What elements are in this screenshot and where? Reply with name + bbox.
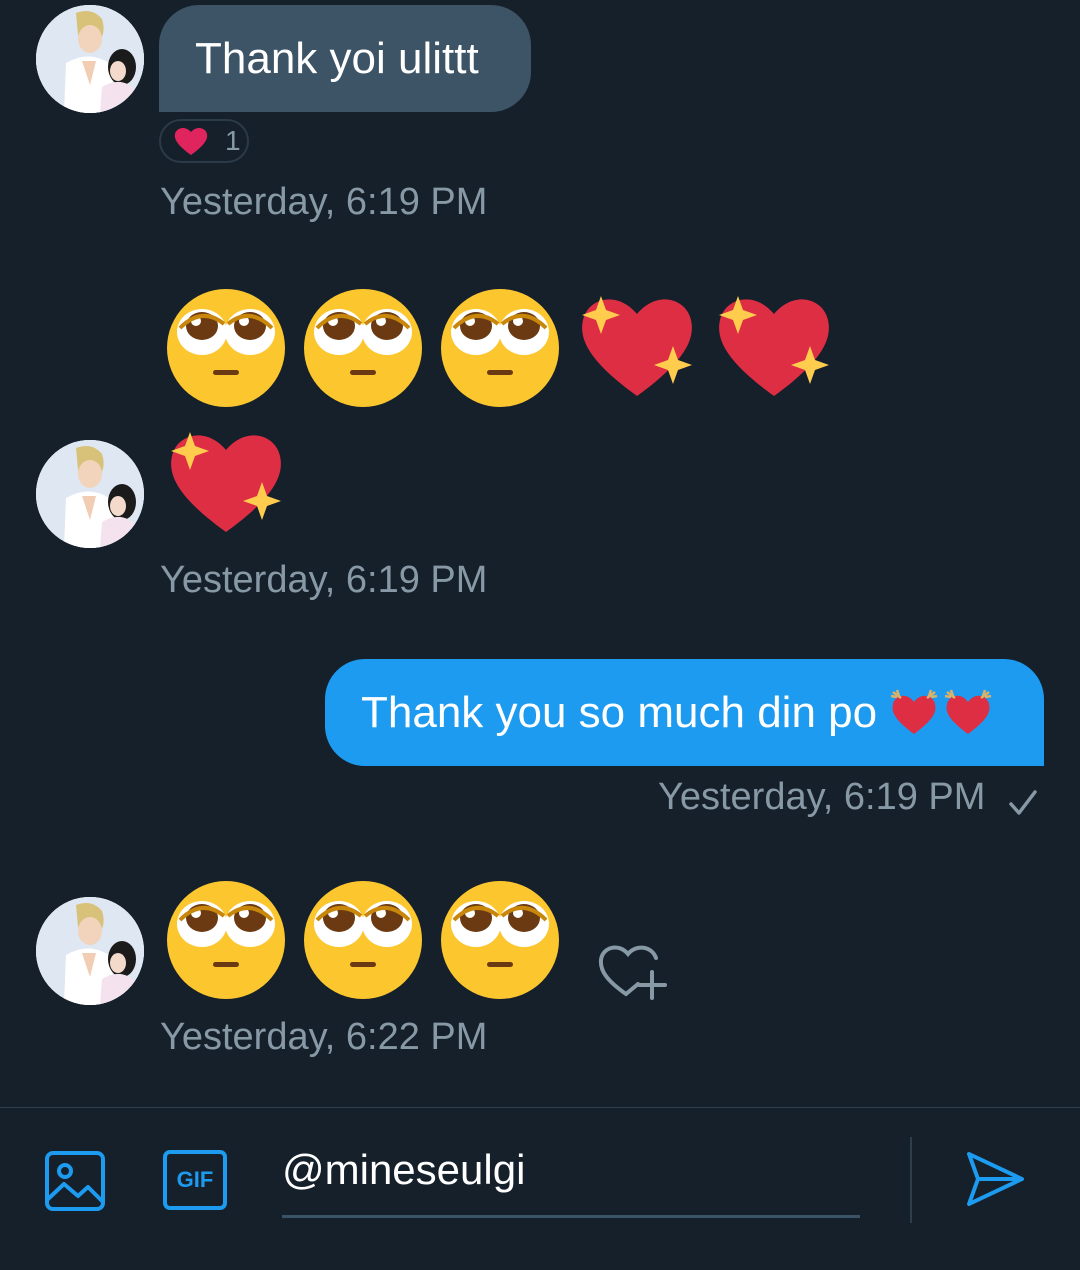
heart-icon bbox=[174, 127, 208, 155]
pleading-face-emoji bbox=[166, 288, 286, 408]
reaction-count: 1 bbox=[225, 125, 241, 156]
message-text: Thank you so much din po bbox=[361, 687, 878, 737]
sparkling-heart-emoji bbox=[166, 424, 286, 544]
sparkling-heart-emoji bbox=[577, 288, 697, 408]
gif-label: GIF bbox=[176, 1167, 214, 1192]
avatar[interactable] bbox=[36, 440, 144, 548]
message-input[interactable]: @mineseulgi bbox=[282, 1140, 860, 1218]
message-text: Thank yoi ulittt bbox=[195, 34, 479, 83]
pleading-face-emoji bbox=[303, 288, 423, 408]
emoji-message[interactable] bbox=[166, 288, 834, 408]
heart-with-arrows-emoji bbox=[943, 688, 993, 738]
sent-check-icon bbox=[1009, 790, 1037, 815]
reaction-badge[interactable]: 1 bbox=[159, 119, 249, 163]
sparkling-heart-emoji bbox=[714, 288, 834, 408]
timestamp: Yesterday, 6:19 PM bbox=[658, 776, 986, 818]
message-bubble-outgoing[interactable]: Thank you so much din po bbox=[325, 659, 1044, 766]
emoji-message-continued[interactable] bbox=[166, 424, 286, 544]
add-reaction-icon[interactable] bbox=[596, 938, 668, 1002]
pleading-face-emoji bbox=[440, 880, 560, 1000]
send-icon[interactable] bbox=[964, 1148, 1026, 1210]
avatar[interactable] bbox=[36, 5, 144, 113]
timestamp: Yesterday, 6:19 PM bbox=[160, 181, 488, 223]
emoji-message[interactable] bbox=[166, 880, 560, 1000]
avatar[interactable] bbox=[36, 897, 144, 1005]
heart-with-arrows-emoji bbox=[889, 688, 939, 738]
image-icon[interactable] bbox=[44, 1150, 106, 1212]
pleading-face-emoji bbox=[440, 288, 560, 408]
timestamp: Yesterday, 6:22 PM bbox=[160, 1016, 488, 1058]
timestamp: Yesterday, 6:19 PM bbox=[160, 559, 488, 601]
pleading-face-emoji bbox=[303, 880, 423, 1000]
composer-divider bbox=[910, 1137, 912, 1223]
pleading-face-emoji bbox=[166, 880, 286, 1000]
message-bubble-incoming[interactable]: Thank yoi ulittt bbox=[159, 5, 531, 112]
gif-button[interactable]: GIF bbox=[163, 1150, 227, 1210]
message-input-value: @mineseulgi bbox=[282, 1146, 526, 1193]
